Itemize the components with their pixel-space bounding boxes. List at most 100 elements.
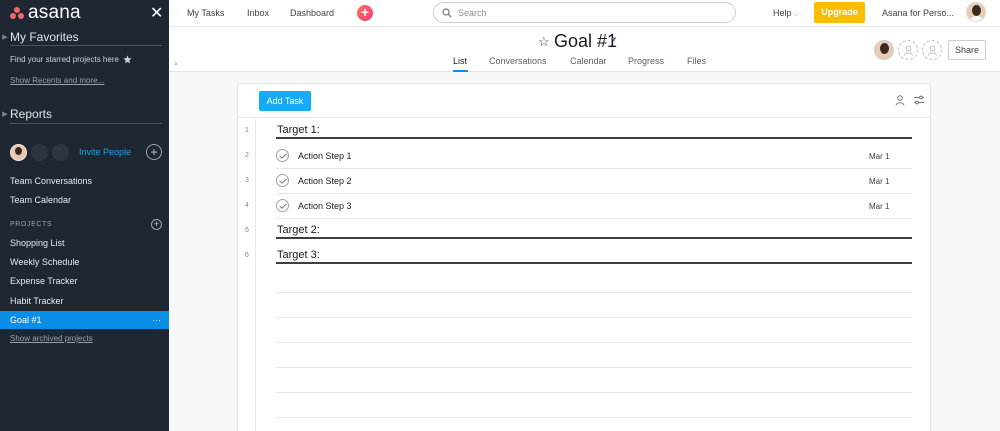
section-divider (276, 262, 912, 264)
nav-dashboard[interactable]: Dashboard (290, 0, 334, 27)
asana-logo-icon (10, 6, 24, 20)
collapse-header-triangle-icon[interactable]: ▲ (173, 61, 179, 67)
project-header: ▲ ☆ Goal #1 ▼ List Conversations Calenda… (169, 27, 1000, 72)
share-button[interactable]: Share (948, 40, 986, 60)
asana-logo[interactable]: asana (10, 2, 81, 23)
favorites-heading[interactable]: ▶ My Favorites (0, 29, 169, 45)
reports-heading-label: Reports (10, 107, 53, 121)
nav-my-tasks[interactable]: My Tasks (187, 0, 224, 27)
row-number: 6 (245, 252, 249, 259)
user-avatar[interactable] (966, 2, 986, 22)
add-task-button[interactable]: Add Task (259, 91, 311, 111)
chevron-down-icon: ⌵ (793, 11, 799, 18)
projects-heading: PROJECTS (10, 221, 53, 228)
add-member-placeholder-icon[interactable] (922, 40, 942, 60)
complete-checkbox-icon[interactable] (276, 149, 289, 162)
collapse-triangle-icon: ▶ (2, 34, 8, 41)
sidebar-item-goal-1[interactable]: Goal #1 ··· (0, 311, 169, 329)
help-label: Help (773, 8, 792, 18)
sidebar-item-habit-tracker[interactable]: Habit Tracker (0, 292, 169, 310)
tab-progress[interactable]: Progress (628, 56, 664, 66)
member-avatar[interactable] (10, 143, 27, 161)
sidebar-item-shopping-list[interactable]: Shopping List (0, 234, 169, 252)
list-toolbar: Add Task (238, 84, 930, 118)
task-due-date[interactable]: Mar 1 (869, 202, 889, 211)
task-due-date[interactable]: Mar 1 (869, 152, 889, 161)
complete-checkbox-icon[interactable] (276, 199, 289, 212)
task-action-step-3[interactable]: Action Step 3 (298, 201, 352, 211)
task-action-step-2[interactable]: Action Step 2 (298, 176, 352, 186)
sidebar: asana ✕ ▶ My Favorites Find your starred… (0, 0, 169, 431)
favorites-section: ▶ My Favorites (0, 29, 169, 45)
sidebar-item-team-calendar[interactable]: Team Calendar (0, 191, 169, 209)
empty-row-divider (276, 342, 912, 343)
reports-section: ▶ Reports (0, 106, 169, 122)
tab-calendar[interactable]: Calendar (570, 56, 607, 66)
task-list-panel: Add Task 1 Target 1: 2 Action Step 1 Mar… (237, 83, 931, 431)
row-number: 1 (245, 127, 249, 134)
more-options-icon[interactable]: ··· (152, 311, 161, 329)
top-bar: My Tasks Inbox Dashboard + Help⌵ Upgrade… (169, 0, 1000, 27)
sidebar-item-weekly-schedule[interactable]: Weekly Schedule (0, 253, 169, 271)
sidebar-item-team-conversations[interactable]: Team Conversations (0, 172, 169, 190)
section-target-1[interactable]: Target 1: (277, 124, 320, 136)
search-icon (442, 7, 452, 18)
workspace-switcher[interactable]: Asana for Perso... (882, 0, 954, 26)
search-bar[interactable] (433, 2, 736, 23)
project-actions-chevron-icon[interactable]: ▼ (610, 35, 618, 44)
tab-list[interactable]: List (453, 56, 467, 66)
empty-row-divider (276, 317, 912, 318)
team-members-row: Invite People (10, 143, 131, 161)
add-member-plus-icon[interactable]: + (146, 144, 162, 160)
row-number: 4 (245, 202, 249, 209)
show-recents-link[interactable]: Show Recents and more... (10, 76, 104, 85)
task-action-step-1[interactable]: Action Step 1 (298, 151, 352, 161)
favorites-hint: Find your starred projects here (10, 55, 132, 64)
add-project-plus-icon[interactable]: + (151, 219, 162, 230)
invite-people-link[interactable]: Invite People (79, 147, 131, 157)
add-member-placeholder-icon[interactable] (898, 40, 918, 60)
favorite-star-icon[interactable]: ☆ (538, 34, 550, 50)
quick-add-plus-button[interactable]: + (357, 5, 373, 21)
logo-text: asana (28, 2, 81, 23)
show-archived-projects-link[interactable]: Show archived projects (10, 334, 93, 343)
empty-member-slot (52, 143, 69, 161)
row-divider (276, 168, 912, 169)
project-member-avatar[interactable] (874, 40, 894, 60)
upgrade-button[interactable]: Upgrade (814, 2, 865, 23)
row-divider (276, 193, 912, 194)
task-due-date[interactable]: Mar 1 (869, 177, 889, 186)
assignee-filter-icon[interactable] (895, 95, 905, 106)
active-tab-indicator (453, 70, 468, 72)
nav-inbox[interactable]: Inbox (247, 0, 269, 27)
help-menu[interactable]: Help ⌵ (773, 0, 799, 28)
row-number-gutter (238, 119, 256, 431)
search-input[interactable] (458, 7, 698, 18)
project-title[interactable]: Goal #1 (554, 31, 617, 52)
section-divider (276, 237, 912, 239)
section-target-3[interactable]: Target 3: (277, 249, 320, 261)
reports-heading[interactable]: ▶ Reports (0, 106, 169, 122)
close-sidebar-icon[interactable]: ✕ (150, 3, 163, 23)
tab-files[interactable]: Files (687, 56, 706, 66)
star-icon (123, 55, 132, 64)
row-number: 3 (245, 177, 249, 184)
tab-conversations[interactable]: Conversations (489, 56, 547, 66)
divider (10, 45, 162, 46)
collapse-triangle-icon: ▶ (2, 111, 8, 118)
section-target-2[interactable]: Target 2: (277, 224, 320, 236)
empty-row-divider (276, 367, 912, 368)
complete-checkbox-icon[interactable] (276, 174, 289, 187)
sidebar-item-expense-tracker[interactable]: Expense Tracker (0, 272, 169, 290)
row-number: 5 (245, 227, 249, 234)
section-divider (276, 137, 912, 139)
view-settings-sliders-icon[interactable] (914, 95, 924, 105)
favorites-heading-label: My Favorites (10, 30, 79, 44)
divider (10, 123, 162, 124)
sidebar-item-label: Goal #1 (10, 315, 42, 325)
favorites-hint-text: Find your starred projects here (10, 55, 119, 64)
empty-row-divider (276, 417, 912, 418)
row-divider (276, 218, 912, 219)
empty-member-slot (31, 143, 48, 161)
empty-row-divider (276, 292, 912, 293)
